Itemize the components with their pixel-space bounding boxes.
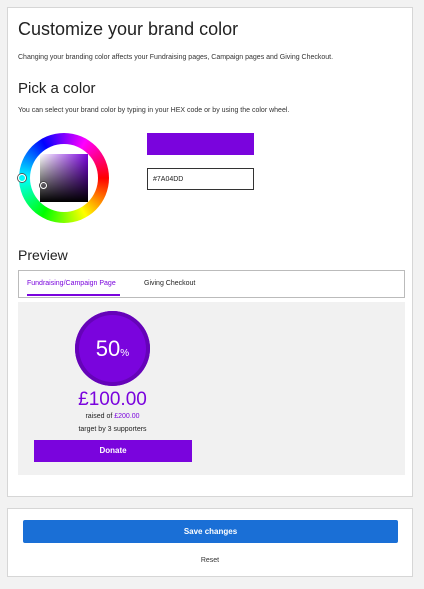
raised-prefix: raised of (85, 413, 113, 420)
pick-color-description: You can select your brand color by typin… (18, 107, 290, 114)
saturation-value-handle[interactable] (40, 182, 47, 189)
progress-circle: 50% (75, 311, 150, 386)
reset-link[interactable]: Reset (8, 557, 412, 564)
raised-amount: £100.00 (78, 389, 147, 410)
donate-button[interactable]: Donate (34, 440, 192, 462)
progress-unit: % (120, 348, 130, 359)
supporters-line: target by 3 supporters (78, 426, 147, 433)
page-description: Changing your branding color affects you… (18, 54, 334, 61)
hue-handle[interactable] (18, 174, 26, 182)
progress-percentage: 50% (75, 311, 150, 386)
page-title: Customize your brand color (18, 19, 239, 39)
tab-giving-checkout[interactable]: Giving Checkout (144, 271, 195, 297)
pick-color-heading: Pick a color (18, 80, 96, 97)
color-wheel[interactable] (18, 133, 109, 223)
brand-color-card: Customize your brand color Changing your… (7, 7, 413, 497)
hex-color-input[interactable] (147, 168, 254, 190)
save-changes-button[interactable]: Save changes (23, 520, 398, 543)
progress-value: 50 (95, 336, 121, 361)
saturation-value-square[interactable] (40, 154, 88, 202)
active-tab-indicator (27, 294, 120, 296)
preview-panel: 50% £100.00 raised of £200.00 target by … (18, 302, 405, 475)
preview-heading: Preview (18, 247, 68, 263)
preview-tabs: Fundraising/Campaign Page Giving Checkou… (18, 270, 405, 298)
tab-label: Giving Checkout (144, 280, 196, 287)
color-swatch (147, 133, 254, 155)
tab-fundraising-campaign-page[interactable]: Fundraising/Campaign Page (27, 271, 120, 297)
tab-label: Fundraising/Campaign Page (27, 280, 116, 287)
raised-of-line: raised of £200.00 (18, 413, 207, 420)
actions-card: Save changes Reset (7, 508, 413, 577)
target-amount: £200.00 (114, 413, 140, 420)
